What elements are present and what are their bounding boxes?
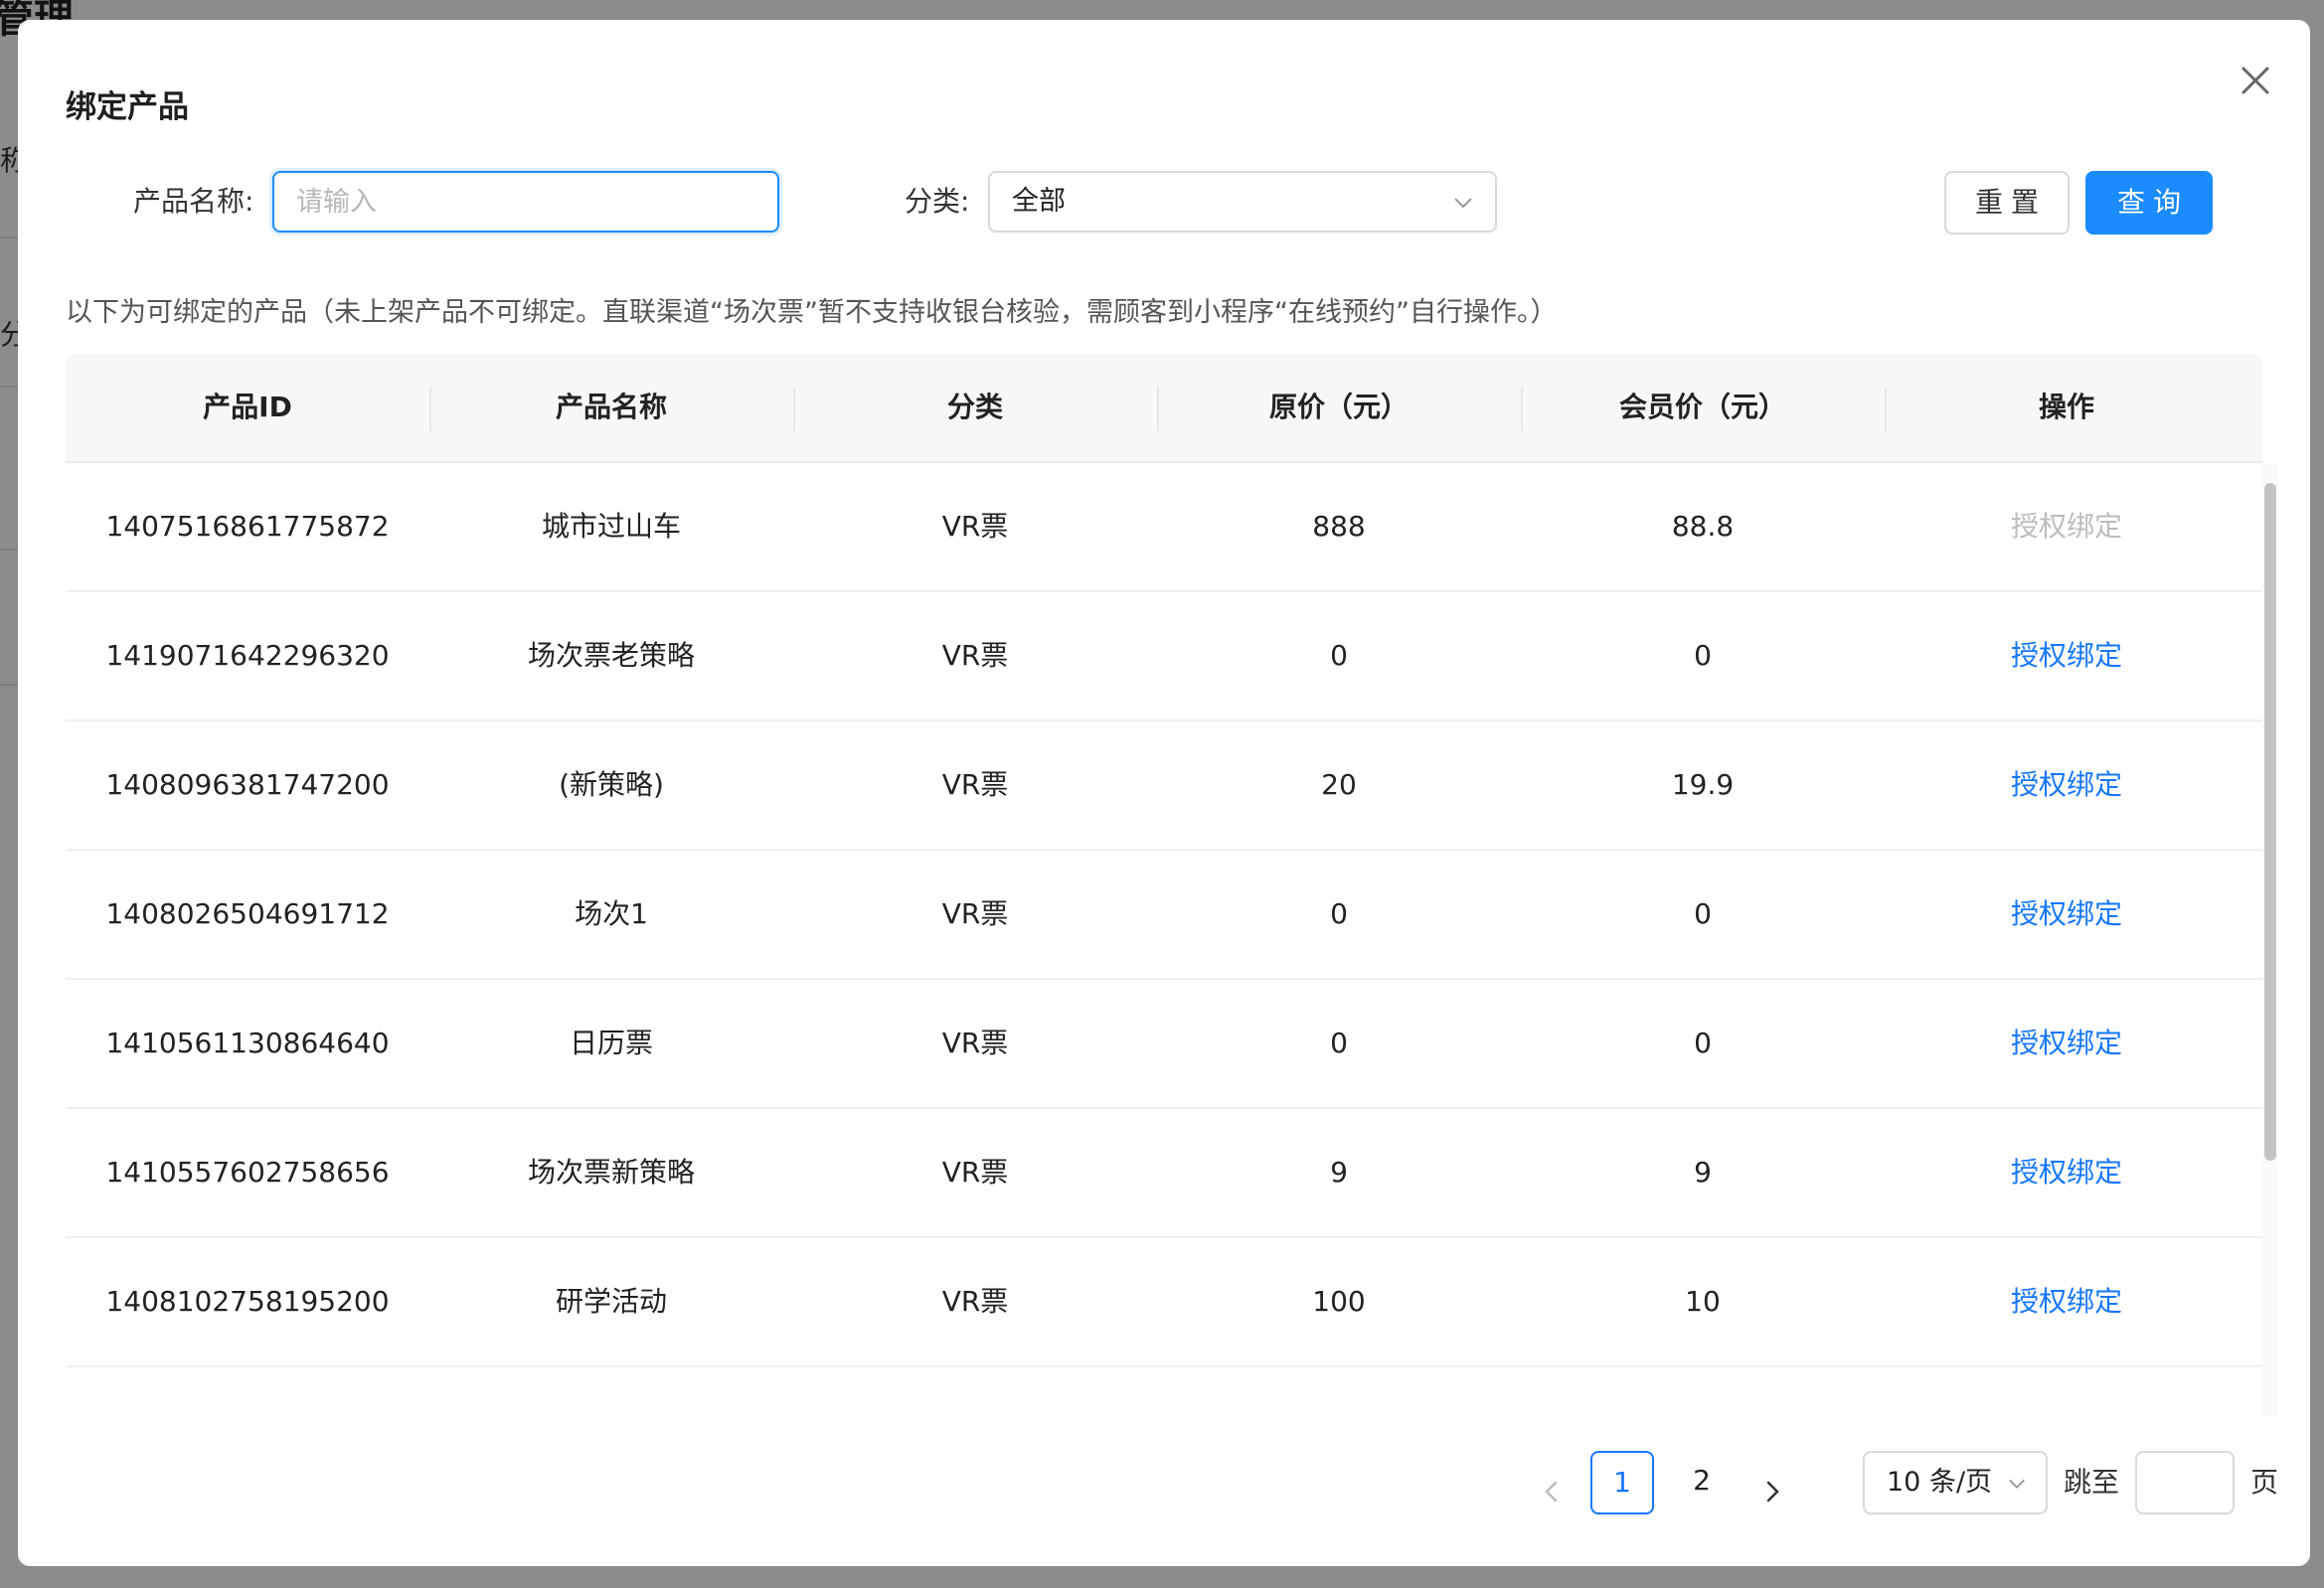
bind-action-link[interactable]: 授权绑定	[1885, 721, 2248, 849]
bind-action-link[interactable]: 授权绑定	[1885, 980, 2248, 1107]
cell-product-id: 1410561130864640	[105, 1027, 390, 1059]
table-row: 1408026504691712 场次1 VR票 0 0 授权绑定	[66, 851, 2262, 980]
bind-action-link[interactable]: 授权绑定	[1885, 851, 2248, 978]
column-header-category: 分类	[946, 391, 1003, 423]
cell-product-id: 1408096381747200	[105, 768, 390, 801]
cell-product-id: 1408102758195200	[105, 1285, 390, 1318]
category-select-value: 全部	[1012, 186, 1066, 217]
cell-price: 9	[1330, 1156, 1348, 1189]
chevron-down-icon	[2006, 1473, 2028, 1495]
table-row: 1408102758195200 研学活动 VR票 100 10 授权绑定	[66, 1238, 2262, 1367]
product-table: 产品ID 产品名称 分类 原价（元） 会员价（元） 操作 14075168617…	[66, 354, 2262, 1417]
jump-page-input[interactable]	[2135, 1451, 2235, 1514]
table-row: 1419071642296320 场次票老策略 VR票 0 0 授权绑定	[66, 592, 2262, 721]
cell-price: 888	[1312, 510, 1366, 543]
page-item-2[interactable]: 2	[1670, 1451, 1734, 1514]
table-row: 1410557602758656 场次票新策略 VR票 9 9 授权绑定	[66, 1109, 2262, 1238]
chevron-down-icon	[1451, 191, 1475, 215]
table-scrollbar-thumb[interactable]	[2264, 483, 2276, 1161]
cell-product-name: 日历票	[569, 1027, 653, 1059]
close-icon[interactable]	[2231, 56, 2280, 105]
cell-member-price: 9	[1694, 1156, 1712, 1189]
cell-product-name: 研学活动	[555, 1285, 667, 1318]
table-header: 产品ID 产品名称 分类 原价（元） 会员价（元） 操作	[66, 354, 2262, 463]
cell-price: 0	[1330, 897, 1348, 930]
cell-price: 20	[1321, 768, 1357, 801]
cell-price: 0	[1330, 1027, 1348, 1059]
bind-product-modal: 绑定产品 产品名称: 分类: 全部 重置 查询 以下为可绑定的产品（未上架产品不…	[18, 20, 2310, 1566]
cell-product-name: 城市过山车	[541, 510, 681, 543]
page-item-1[interactable]: 1	[1590, 1451, 1654, 1514]
page-suffix-label: 页	[2250, 1466, 2279, 1499]
cell-category: VR票	[941, 897, 1009, 930]
cell-product-name: (新策略)	[559, 768, 664, 801]
table-body: 1407516861775872 城市过山车 VR票 888 88.8 授权绑定…	[66, 463, 2262, 1367]
cell-category: VR票	[941, 1027, 1009, 1059]
column-header-id: 产品ID	[203, 391, 292, 423]
cell-category: VR票	[941, 510, 1009, 543]
reset-button[interactable]: 重置	[1944, 171, 2070, 235]
cell-product-id: 1410557602758656	[105, 1156, 390, 1189]
cell-product-name: 场次票新策略	[527, 1156, 695, 1189]
cell-member-price: 10	[1685, 1285, 1721, 1318]
cell-member-price: 88.8	[1671, 510, 1735, 543]
bind-action-link[interactable]: 授权绑定	[1885, 592, 2248, 719]
cell-category: VR票	[941, 768, 1009, 801]
column-header-name: 产品名称	[555, 391, 667, 423]
page-size-value: 10 条/页	[1887, 1467, 1993, 1498]
product-name-label: 产品名称:	[133, 185, 254, 218]
cell-price: 100	[1312, 1285, 1366, 1318]
cell-product-id: 1407516861775872	[105, 510, 390, 543]
table-row: 1408096381747200 (新策略) VR票 20 19.9 授权绑定	[66, 721, 2262, 851]
jump-to-label: 跳至	[2064, 1466, 2120, 1499]
bind-action-link[interactable]: 授权绑定	[1885, 1109, 2248, 1236]
product-name-input[interactable]	[272, 171, 779, 233]
category-label: 分类:	[905, 185, 970, 218]
cell-member-price: 0	[1694, 1027, 1712, 1059]
cell-category: VR票	[941, 1285, 1009, 1318]
table-row: 1407516861775872 城市过山车 VR票 888 88.8 授权绑定	[66, 463, 2262, 592]
cell-price: 0	[1330, 639, 1348, 672]
table-row: 1410561130864640 日历票 VR票 0 0 授权绑定	[66, 980, 2262, 1109]
cell-product-id: 1408026504691712	[105, 897, 390, 930]
prev-page-icon[interactable]	[1527, 1467, 1577, 1516]
cell-product-name: 场次票老策略	[527, 639, 695, 672]
page-size-select[interactable]: 10 条/页	[1863, 1451, 2048, 1514]
query-button[interactable]: 查询	[2085, 171, 2213, 235]
bind-action-link[interactable]: 授权绑定	[1885, 1238, 2248, 1365]
cell-member-price: 0	[1694, 639, 1712, 672]
cell-category: VR票	[941, 1156, 1009, 1189]
next-page-icon[interactable]	[1747, 1467, 1797, 1516]
cell-member-price: 0	[1694, 897, 1712, 930]
modal-title: 绑定产品	[66, 89, 189, 125]
bind-action-link-disabled: 授权绑定	[2010, 510, 2122, 543]
category-select[interactable]: 全部	[988, 171, 1497, 233]
cell-product-id: 1419071642296320	[105, 639, 390, 672]
cell-category: VR票	[941, 639, 1009, 672]
cell-product-name: 场次1	[575, 897, 648, 930]
cell-member-price: 19.9	[1671, 768, 1735, 801]
column-header-action: 操作	[2038, 391, 2094, 423]
column-header-member-price: 会员价（元）	[1618, 391, 1786, 423]
bind-notice: 以下为可绑定的产品（未上架产品不可绑定。直联渠道“场次票”暂不支持收银台核验，需…	[66, 297, 1558, 328]
column-header-price: 原价（元）	[1268, 391, 1409, 423]
